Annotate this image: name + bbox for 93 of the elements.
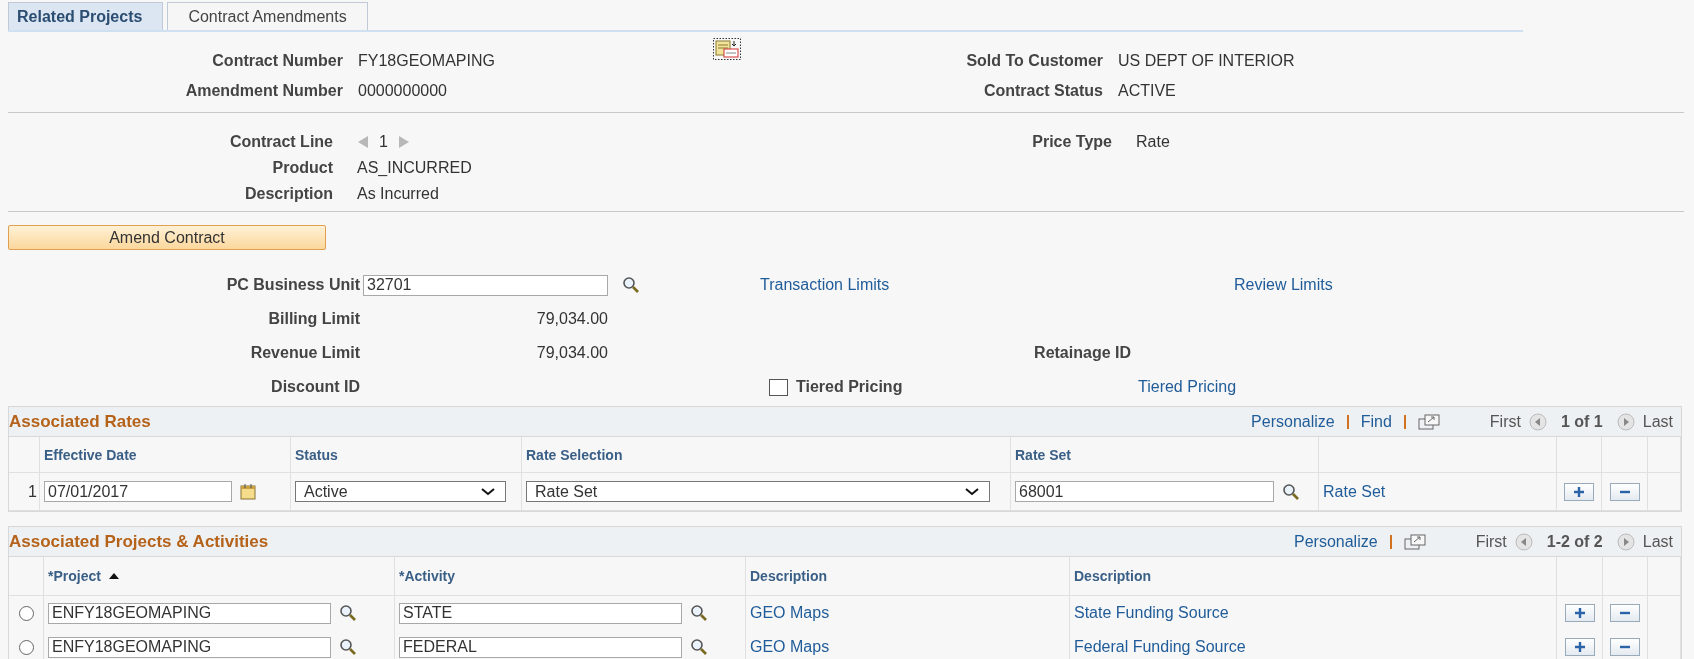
- row-radio-button[interactable]: [18, 639, 34, 655]
- project-description-link[interactable]: GEO Maps: [750, 638, 830, 656]
- line-number: 1: [379, 133, 388, 151]
- field-label: Billing Limit: [267, 310, 360, 328]
- billing-limit-value: 79,034.00: [536, 310, 608, 327]
- sort-ascending-icon[interactable]: [108, 573, 119, 579]
- rate-set-link[interactable]: Rate Set: [1323, 482, 1386, 501]
- column-header[interactable]: *Project: [48, 568, 101, 584]
- project-field[interactable]: ENFY18GEOMAPING: [48, 636, 331, 658]
- previous-icon[interactable]: [1528, 412, 1547, 431]
- document-icon[interactable]: [713, 38, 741, 60]
- project-field[interactable]: ENFY18GEOMAPING: [48, 602, 331, 624]
- review-limits-link[interactable]: Review Limits: [1234, 276, 1333, 293]
- new-window-icon[interactable]: [1403, 533, 1426, 550]
- personalize-link[interactable]: Personalize: [1251, 412, 1335, 431]
- activity-field[interactable]: STATE: [399, 602, 682, 624]
- search-icon[interactable]: [1282, 482, 1300, 501]
- field-value: AS_INCURRED: [357, 159, 473, 177]
- activity-description-link[interactable]: State Funding Source: [1074, 604, 1229, 622]
- tab[interactable]: Related Projects: [8, 2, 164, 30]
- first-label: First: [1489, 412, 1521, 431]
- add-row-button[interactable]: [1564, 604, 1595, 622]
- search-icon[interactable]: [622, 276, 640, 294]
- search-icon[interactable]: [690, 638, 708, 656]
- delete-row-button[interactable]: [1610, 638, 1640, 656]
- next-icon[interactable]: [1616, 532, 1635, 551]
- checkbox-label: Tiered Pricing: [796, 378, 903, 396]
- field-label: Contract Status: [983, 82, 1103, 100]
- plus-icon: [1573, 485, 1585, 498]
- tiered-pricing-link[interactable]: Tiered Pricing: [1138, 378, 1237, 395]
- new-window-icon[interactable]: [1417, 413, 1440, 430]
- previous-icon[interactable]: [1514, 532, 1533, 551]
- next-icon[interactable]: [1616, 412, 1635, 431]
- field-label: PC Business Unit: [225, 276, 360, 294]
- add-row-button[interactable]: [1564, 482, 1594, 501]
- row-number: 1: [28, 482, 37, 501]
- field-label: Amendment Number: [184, 82, 343, 100]
- last-label: Last: [1642, 532, 1673, 551]
- field-value: 0000000000: [358, 82, 448, 100]
- field-value: US DEPT OF INTERIOR: [1118, 52, 1296, 70]
- search-icon[interactable]: [339, 604, 357, 622]
- row-counter: 1-2 of 2: [1546, 532, 1603, 551]
- chevron-down-icon: [481, 487, 495, 496]
- field-label: Retainage ID: [1034, 344, 1131, 362]
- add-row-button[interactable]: [1564, 638, 1595, 656]
- field-label: Sold To Customer: [966, 52, 1103, 70]
- field-label: Price Type: [1032, 133, 1112, 151]
- column-header: Rate Selection: [522, 437, 1011, 472]
- search-icon[interactable]: [339, 638, 357, 656]
- tab[interactable]: Contract Amendments: [167, 2, 368, 30]
- rate-selection-dropdown[interactable]: Rate Set: [526, 481, 990, 502]
- chevron-down-icon: [965, 487, 979, 496]
- activity-description-link[interactable]: Federal Funding Source: [1074, 638, 1246, 656]
- field-value: As Incurred: [357, 185, 440, 203]
- tiered-pricing-checkbox[interactable]: [769, 378, 788, 396]
- rate-set-field[interactable]: 68001: [1015, 481, 1274, 502]
- field-value: Rate: [1136, 133, 1171, 151]
- column-header: Effective Date: [40, 437, 291, 472]
- revenue-limit-value: 79,034.00: [536, 344, 608, 361]
- column-header[interactable]: *Activity: [399, 568, 456, 584]
- delete-row-button[interactable]: [1610, 604, 1640, 622]
- field-value: ACTIVE: [1118, 82, 1177, 100]
- grid-title: Associated Rates: [9, 411, 151, 432]
- row-radio-button[interactable]: [18, 605, 34, 621]
- amend-contract-button[interactable]: Amend Contract: [8, 225, 326, 250]
- date-field[interactable]: 07/01/2017: [44, 481, 232, 502]
- field-value: FY18GEOMAPING: [358, 52, 496, 70]
- search-icon[interactable]: [690, 604, 708, 622]
- personalize-link[interactable]: Personalize: [1294, 532, 1378, 551]
- first-label: First: [1475, 532, 1507, 551]
- field-label: Revenue Limit: [249, 344, 360, 362]
- project-description-link[interactable]: GEO Maps: [750, 604, 830, 622]
- field-label: Contract Number: [211, 52, 343, 70]
- plus-icon: [1573, 641, 1586, 653]
- plus-icon: [1573, 607, 1586, 619]
- field-label: Discount ID: [270, 378, 360, 396]
- column-header: Rate Set: [1011, 437, 1319, 472]
- field-label: Contract Line: [228, 133, 333, 151]
- grid-title: Associated Projects & Activities: [9, 531, 269, 552]
- field-label: Product: [271, 159, 333, 177]
- status-dropdown[interactable]: Active: [295, 481, 506, 502]
- transaction-limits-link[interactable]: Transaction Limits: [760, 276, 890, 293]
- business-unit-field[interactable]: 32701: [363, 274, 608, 296]
- field-label: Description: [244, 185, 333, 203]
- find-link[interactable]: Find: [1360, 412, 1392, 431]
- calendar-icon[interactable]: [240, 483, 256, 500]
- last-label: Last: [1642, 412, 1673, 431]
- column-header: Status: [291, 437, 522, 472]
- column-header[interactable]: Description: [750, 568, 827, 584]
- row-counter: 1 of 1: [1560, 412, 1603, 431]
- delete-row-button[interactable]: [1609, 482, 1640, 501]
- column-header[interactable]: Description: [1074, 568, 1151, 584]
- activity-field[interactable]: FEDERAL: [399, 636, 682, 658]
